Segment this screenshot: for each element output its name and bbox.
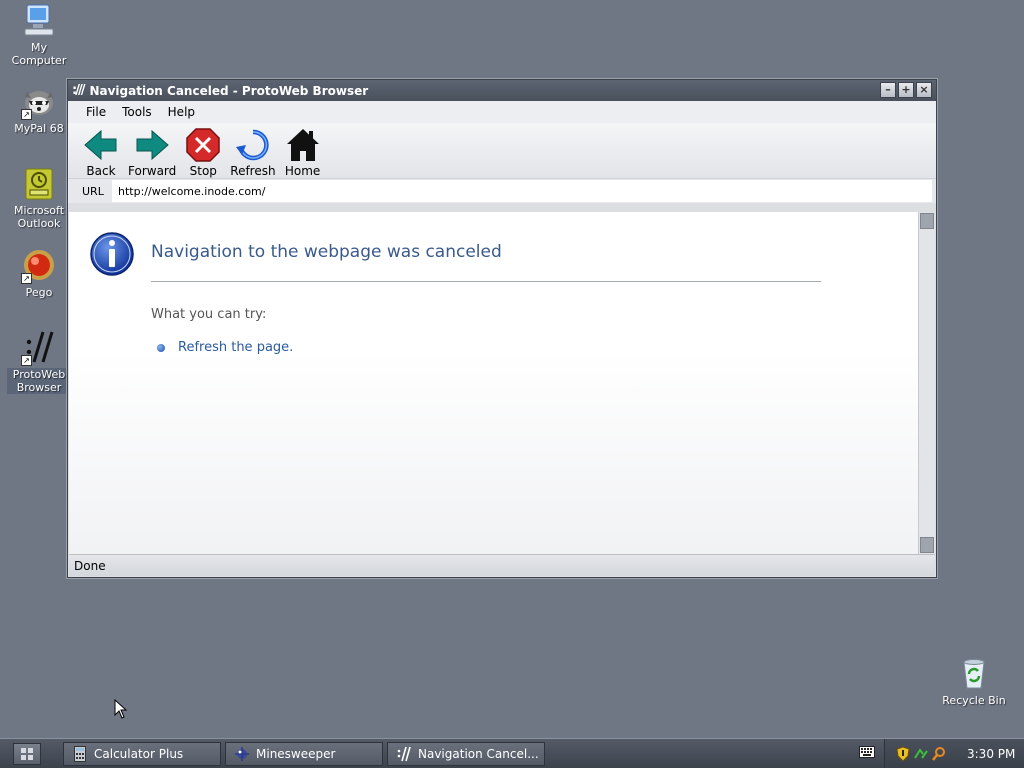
desktop-icon-mypal[interactable]: ↗ MyPal 68 xyxy=(7,84,71,135)
home-button[interactable]: Home xyxy=(282,127,324,178)
stop-sign-icon xyxy=(186,128,221,162)
raccoon-icon: ↗ xyxy=(21,84,57,120)
desktop-icon-protoweb[interactable]: ↗ ProtoWeb Browser xyxy=(7,330,71,394)
start-button[interactable] xyxy=(13,742,41,765)
vertical-scrollbar[interactable] xyxy=(918,212,935,554)
shortcut-arrow-icon: ↗ xyxy=(21,273,32,284)
computer-icon xyxy=(21,3,57,39)
task-minesweeper[interactable]: Minesweeper xyxy=(225,741,383,766)
refresh-icon xyxy=(235,129,269,161)
task-label: Navigation Cancel... xyxy=(418,746,539,761)
back-label: Back xyxy=(86,164,116,178)
protoweb-logo-icon: :/// xyxy=(72,83,86,98)
desktop-icon-recycle-bin[interactable]: Recycle Bin xyxy=(942,656,1006,707)
address-bar: URL xyxy=(68,179,936,203)
suggestion-item: Refresh the page. xyxy=(157,340,293,355)
stop-button[interactable]: Stop xyxy=(182,127,224,178)
stop-label: Stop xyxy=(189,164,217,178)
shortcut-arrow-icon: ↗ xyxy=(21,355,32,366)
pego-icon: ↗ xyxy=(21,248,57,284)
minimize-button[interactable]: – xyxy=(880,82,896,98)
back-button[interactable]: Back xyxy=(80,127,122,178)
scroll-down-button[interactable] xyxy=(920,537,934,553)
scroll-up-button[interactable] xyxy=(920,213,934,229)
url-input[interactable] xyxy=(112,180,932,202)
back-arrow-icon xyxy=(84,129,117,161)
bullet-icon xyxy=(157,343,165,352)
url-label: URL xyxy=(82,184,104,198)
forward-button[interactable]: Forward xyxy=(128,127,176,178)
page-title: Navigation to the webpage was canceled xyxy=(151,242,502,262)
mouse-cursor-icon xyxy=(114,699,128,719)
window-title: Navigation Canceled - ProtoWeb Browser xyxy=(89,83,369,98)
start-grid-icon xyxy=(21,747,33,760)
task-calculator-plus[interactable]: Calculator Plus xyxy=(63,741,221,766)
info-icon xyxy=(90,232,134,276)
refresh-label: Refresh xyxy=(230,164,276,178)
browser-window: :/// Navigation Canceled - ProtoWeb Brow… xyxy=(67,79,937,578)
clock[interactable]: 3:30 PM xyxy=(967,747,1015,761)
desktop-icon-pego[interactable]: ↗ Pego xyxy=(7,248,71,299)
task-navigation-canceled[interactable]: Navigation Cancel... xyxy=(387,741,545,766)
task-label: Calculator Plus xyxy=(94,746,184,761)
desktop-icon-label: Recycle Bin xyxy=(942,694,1006,707)
suggestion-intro: What you can try: xyxy=(151,307,267,322)
window-titlebar[interactable]: :/// Navigation Canceled - ProtoWeb Brow… xyxy=(68,80,936,101)
security-shield-icon[interactable] xyxy=(895,745,911,762)
task-label: Minesweeper xyxy=(256,746,336,761)
menu-bar: File Tools Help xyxy=(68,101,936,123)
refresh-button[interactable]: Refresh xyxy=(230,127,276,178)
recycle-bin-icon xyxy=(956,656,992,692)
system-tray: 3:30 PM xyxy=(884,739,1024,768)
desktop-icon-outlook[interactable]: Microsoft Outlook xyxy=(7,166,71,230)
shortcut-arrow-icon: ↗ xyxy=(21,109,32,120)
navigation-toolbar: Back Forward Stop Refresh Home xyxy=(68,123,936,179)
keyboard-icon[interactable] xyxy=(859,746,875,758)
search-icon[interactable] xyxy=(931,746,947,762)
maximize-button[interactable]: + xyxy=(898,82,914,98)
calculator-icon xyxy=(72,745,88,762)
desktop-icon-label: MyPal 68 xyxy=(14,122,64,135)
refresh-page-link[interactable]: Refresh the page. xyxy=(178,340,293,355)
desktop-icon-label: Microsoft Outlook xyxy=(13,204,65,230)
menu-tools[interactable]: Tools xyxy=(114,103,160,121)
divider xyxy=(151,281,821,282)
minesweeper-icon xyxy=(234,746,250,762)
menu-help[interactable]: Help xyxy=(160,103,203,121)
home-label: Home xyxy=(284,164,321,178)
close-button[interactable]: × xyxy=(916,82,932,98)
protoweb-icon xyxy=(396,746,412,762)
status-bar: Done xyxy=(69,554,935,576)
outlook-icon xyxy=(21,166,57,202)
protoweb-icon: ↗ xyxy=(21,330,57,366)
forward-label: Forward xyxy=(128,164,177,178)
menu-file[interactable]: File xyxy=(78,103,114,121)
desktop-icon-label: My Computer xyxy=(11,41,67,67)
desktop-icon-label: Pego xyxy=(25,286,53,299)
network-icon[interactable] xyxy=(913,746,929,762)
desktop-icon-label: ProtoWeb Browser xyxy=(7,368,71,394)
forward-arrow-icon xyxy=(136,129,169,161)
page-content: Navigation to the webpage was canceled W… xyxy=(69,212,935,554)
home-icon xyxy=(286,129,319,161)
desktop-icon-my-computer[interactable]: My Computer xyxy=(7,3,71,67)
